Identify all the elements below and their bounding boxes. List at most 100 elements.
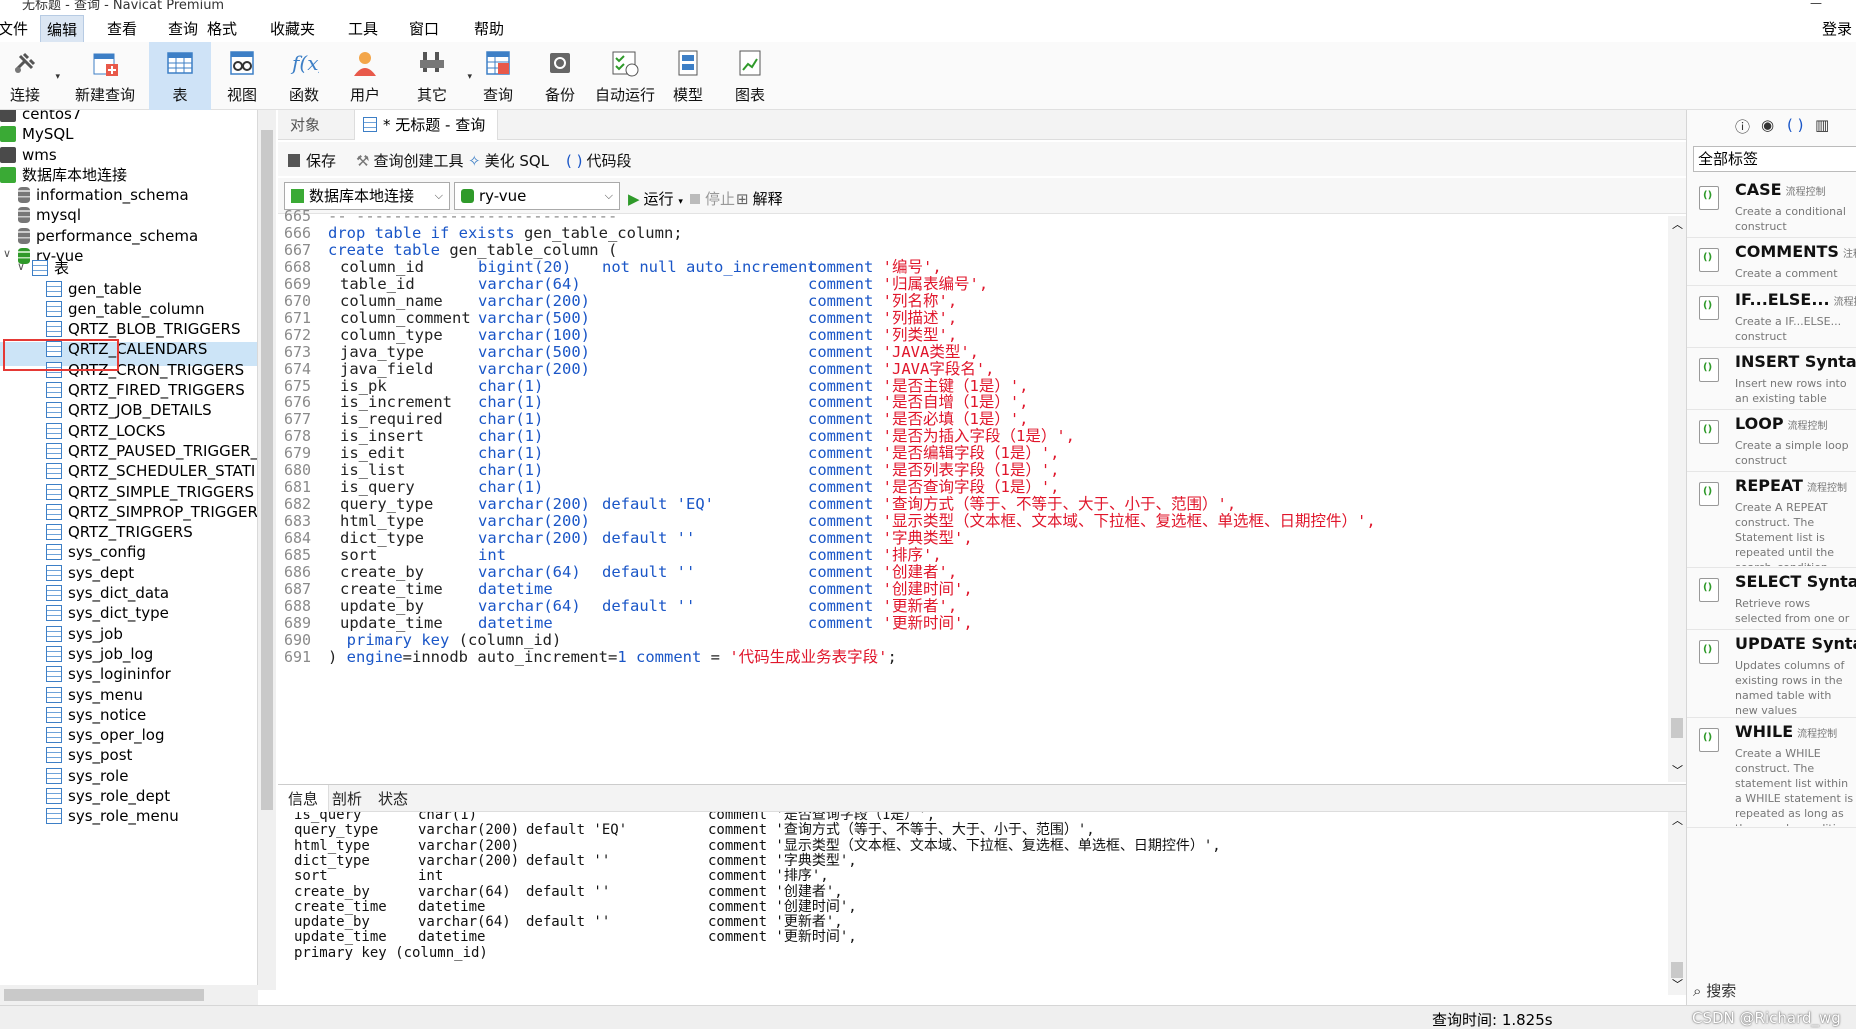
snippet-item[interactable]: LOOP流程控制 Create a simple loop construct <box>1687 410 1856 472</box>
tree-label: QRTZ_BLOB_TRIGGERS <box>68 320 241 339</box>
editor-scrollbar[interactable]: ︿ ﹀ <box>1668 216 1686 782</box>
tree-label: sys_menu <box>68 685 143 704</box>
navigator-scrollbar[interactable] <box>258 110 276 990</box>
query-button[interactable]: 查询 <box>470 42 526 110</box>
info-icon[interactable]: ⓘ <box>1735 116 1750 137</box>
snippet-item[interactable]: CASE流程控制 Create a conditional construct <box>1687 176 1856 238</box>
navigator-hscrollbar[interactable] <box>0 985 258 1005</box>
parentheses-icon: ( ) <box>566 152 583 170</box>
main-toolbar: 连接 ▾ 新建查询 表 视图 f(x) 函数 用户 其它 ▾ <box>0 42 1856 110</box>
snippet-item[interactable]: REPEAT流程控制 Create A REPEAT construct. The… <box>1687 472 1856 568</box>
database-icon <box>461 189 474 203</box>
code-snippet-icon[interactable]: ( ) <box>1787 116 1803 134</box>
tree-label: sys_notice <box>68 705 147 724</box>
tab-query[interactable]: * 无标题 - 查询 <box>354 110 499 140</box>
table-button[interactable]: 表 <box>149 42 211 110</box>
code-token: = <box>701 647 730 666</box>
snippet-item[interactable]: WHILE流程控制 Create a WHILE construct. The s… <box>1687 718 1856 828</box>
table-icon <box>46 808 62 825</box>
code-token: ; <box>887 647 897 666</box>
title-bar: 无标题 - 查询 - Navicat Premium — <box>0 0 1856 12</box>
table-icon <box>46 767 62 784</box>
code-snippet-button[interactable]: ( ) 代码段 <box>566 150 632 171</box>
menu-view[interactable]: 查看 <box>103 18 141 39</box>
menu-query[interactable]: 查询 <box>164 18 202 39</box>
snippet-item[interactable]: IF...ELSE...流程控制 Create a IF...ELSE... co… <box>1687 286 1856 348</box>
model-button[interactable]: 模型 <box>660 42 716 110</box>
snippet-icon <box>1699 420 1719 444</box>
table-icon <box>46 422 62 439</box>
database-icon <box>18 207 30 224</box>
user-button[interactable]: 用户 <box>336 42 394 110</box>
user-icon <box>350 48 380 78</box>
tree-label: wms <box>22 145 57 164</box>
other-button[interactable]: 其它 ▾ <box>402 42 472 110</box>
menu-edit[interactable]: 编辑 <box>40 15 85 44</box>
tab-profile[interactable]: 剖析 <box>322 785 372 813</box>
scroll-up-icon[interactable]: ︿ <box>1672 812 1683 828</box>
table-icon <box>46 463 62 480</box>
backup-icon <box>545 48 575 78</box>
scroll-down-icon[interactable]: ﹀ <box>1672 976 1683 992</box>
snippet-title: CASE 流程控制 <box>1735 180 1826 199</box>
eye-icon[interactable]: ◉ <box>1761 116 1774 134</box>
snippet-item[interactable]: UPDATE Syntax Updates columns of existing… <box>1687 630 1856 718</box>
tag-filter-select[interactable]: 全部标签 <box>1693 146 1856 172</box>
menu-window[interactable]: 窗口 <box>405 18 443 39</box>
snippet-item[interactable]: INSERT Syntax Insert new rows into an exi… <box>1687 348 1856 410</box>
line-number: 691 <box>284 647 312 666</box>
chart-button[interactable]: 图表 <box>722 42 778 110</box>
grid-icon[interactable]: ▥ <box>1815 116 1829 134</box>
tab-objects[interactable]: 对象 <box>278 110 332 140</box>
snippet-title: UPDATE Syntax <box>1735 634 1856 653</box>
expand-icon[interactable]: ∨ <box>17 260 25 273</box>
connection-icon <box>0 166 16 183</box>
tree-label: sys_job_log <box>68 644 154 663</box>
snippet-tag: 流程控制 <box>1833 297 1856 308</box>
tree-table[interactable]: sys_role_menu <box>46 804 179 828</box>
connection-icon <box>0 126 16 143</box>
table-icon <box>46 280 62 297</box>
menu-file[interactable]: 文件 <box>0 18 32 39</box>
snippet-search[interactable]: ⌕ 搜索 <box>1693 980 1736 1001</box>
automation-button[interactable]: 自动运行 <box>592 42 658 110</box>
save-button[interactable]: 保存 <box>288 150 336 171</box>
view-button[interactable]: 视图 <box>213 42 271 110</box>
snippet-title: REPEAT 流程控制 <box>1735 476 1847 495</box>
scroll-up-icon[interactable]: ︿ <box>1672 216 1683 232</box>
code-token: 1 <box>617 647 627 666</box>
menu-favorites[interactable]: 收藏夹 <box>266 18 319 39</box>
snippet-icon <box>1699 296 1719 320</box>
backup-button[interactable]: 备份 <box>532 42 588 110</box>
query-builder-button[interactable]: ⚒ 查询创建工具 <box>356 150 463 171</box>
database-icon <box>18 227 30 244</box>
function-button[interactable]: f(x) 函数 <box>275 42 333 110</box>
snippet-item[interactable]: COMMENTS注释 Create a comment <box>1687 238 1856 286</box>
snippet-description: Updates columns of existing rows in the … <box>1735 659 1845 716</box>
info-line-cell: primary key (column_id) <box>294 944 488 961</box>
connection-icon <box>0 110 16 122</box>
menu-format[interactable]: 格式 <box>203 18 241 39</box>
expand-icon[interactable]: ∨ <box>3 247 11 260</box>
snippet-item[interactable]: SELECT Syntax Retrieve rows selected from… <box>1687 568 1856 630</box>
info-scrollbar[interactable]: ︿ ﹀ <box>1668 812 1686 995</box>
login-link[interactable]: 登录 <box>1822 18 1852 39</box>
new-query-icon <box>90 48 120 78</box>
menu-tools[interactable]: 工具 <box>344 18 382 39</box>
beautify-sql-button[interactable]: ✧ 美化 SQL <box>468 150 549 171</box>
scroll-down-icon[interactable]: ﹀ <box>1672 762 1683 778</box>
minimize-button[interactable]: — <box>1810 0 1822 10</box>
tab-bar: 对象 * 无标题 - 查询 <box>278 110 1686 140</box>
query-icon <box>483 48 513 78</box>
menu-help[interactable]: 帮助 <box>470 18 508 39</box>
sql-editor[interactable]: 665 -- ---------------------------- 666 dro… <box>278 207 1668 782</box>
snippet-title-text: COMMENTS <box>1735 242 1839 261</box>
connect-button[interactable]: 连接 ▾ <box>0 42 60 110</box>
tab-status[interactable]: 状态 <box>368 785 418 813</box>
snippet-tag: 流程控制 <box>1806 483 1847 494</box>
query-area: 对象 * 无标题 - 查询 保存 ⚒ 查询创建工具 ✧ 美化 SQL ( ) 代码段 … <box>278 110 1686 1005</box>
tree-label: sys_oper_log <box>68 726 165 745</box>
snippet-description: Create A REPEAT construct. The Statement… <box>1735 501 1835 566</box>
table-icon <box>46 666 62 683</box>
new-query-button[interactable]: 新建查询 <box>68 42 142 110</box>
